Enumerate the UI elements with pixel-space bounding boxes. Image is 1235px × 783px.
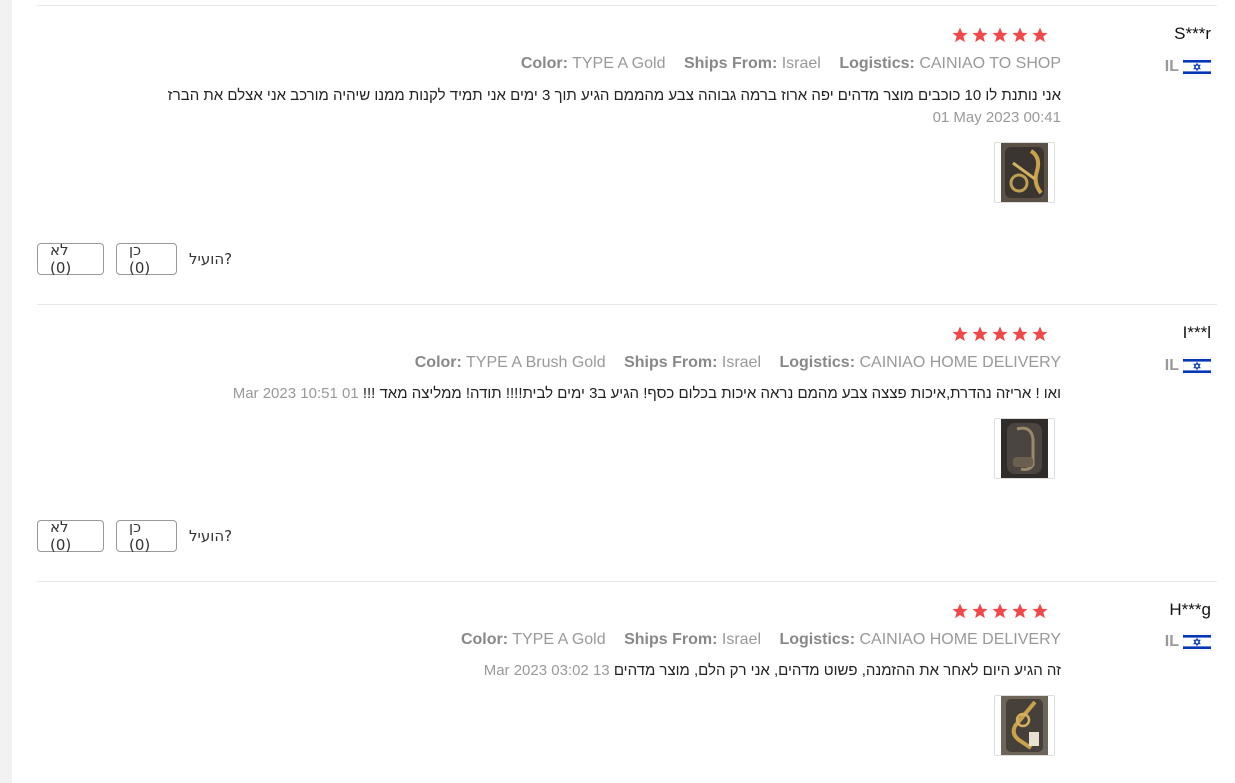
review-sku-info: Color: TYPE A Brush Gold Ships From: Isr… xyxy=(401,354,1061,372)
ships-from-value: Israel xyxy=(781,55,821,72)
review-photo[interactable] xyxy=(994,142,1055,203)
rating-stars xyxy=(951,602,1049,620)
review-photo[interactable] xyxy=(994,418,1055,479)
star-icon xyxy=(1032,603,1048,619)
helpful-no-button[interactable]: לא (0) xyxy=(37,518,104,554)
star-icon xyxy=(1012,27,1028,43)
helpful-vote: לא (0) כן (0) הועיל? xyxy=(37,241,233,277)
star-icon xyxy=(992,27,1008,43)
israel-flag-icon xyxy=(1183,633,1211,651)
star-icon xyxy=(952,603,968,619)
ships-from-value: Israel xyxy=(721,354,761,371)
review-photo-image xyxy=(1001,696,1048,755)
color-value: TYPE A Gold xyxy=(572,55,666,72)
review-sku-info: Color: TYPE A Gold Ships From: Israel Lo… xyxy=(447,631,1061,649)
ships-from-value: Israel xyxy=(721,631,761,648)
left-gutter xyxy=(0,0,12,783)
star-icon xyxy=(952,326,968,342)
review-photo-image xyxy=(1001,419,1048,478)
ships-from-label: Ships From: xyxy=(624,631,718,648)
review-divider xyxy=(37,5,1217,6)
review-text: ואו ! אריזה נהדרת,איכות פצצה צבע מהמם נר… xyxy=(233,385,1061,402)
review-sku-info: Color: TYPE A Gold Ships From: Israel Lo… xyxy=(507,55,1061,73)
helpful-yes-button[interactable]: כן (0) xyxy=(116,241,177,277)
star-icon xyxy=(1012,603,1028,619)
color-value: TYPE A Gold xyxy=(512,631,606,648)
reviewer-name: I***l xyxy=(1182,323,1211,342)
country-code: IL xyxy=(1164,357,1179,374)
review-date: 13 Mar 2023 03:02 xyxy=(483,662,610,679)
logistics-label: Logistics: xyxy=(779,354,856,371)
rating-stars xyxy=(951,26,1049,44)
color-label: Color: xyxy=(460,631,509,648)
star-icon xyxy=(992,603,1008,619)
logistics-value: CAINIAO TO SHOP xyxy=(919,55,1061,72)
reviewer-country: IL xyxy=(1165,58,1211,76)
star-icon xyxy=(1012,326,1028,342)
ships-from-label: Ships From: xyxy=(624,354,718,371)
reviewer-name: H***g xyxy=(1169,600,1211,619)
logistics-label: Logistics: xyxy=(839,55,915,72)
country-code: IL xyxy=(1164,58,1179,75)
color-label: Color: xyxy=(520,55,568,72)
ships-from-label: Ships From: xyxy=(683,55,778,72)
helpful-label: הועיל? xyxy=(189,250,233,268)
reviews-list: S***r IL Color: TYPE A Gold Ships From: … xyxy=(37,0,1217,783)
helpful-label: הועיל? xyxy=(189,527,233,545)
color-label: Color: xyxy=(414,354,462,371)
star-icon xyxy=(992,326,1008,342)
reviewer-name: S***r xyxy=(1174,24,1211,43)
review-text: אני נותנת לו 10 כוכבים מוצר מדהים יפה אר… xyxy=(167,87,1061,104)
helpful-vote: לא (0) כן (0) הועיל? xyxy=(37,518,233,554)
helpful-no-button[interactable]: לא (0) xyxy=(37,241,104,277)
country-code: IL xyxy=(1164,633,1179,650)
review-date: 01 May 2023 00:41 xyxy=(932,109,1061,126)
star-icon xyxy=(952,27,968,43)
review-photo-image xyxy=(1001,143,1048,202)
review-photo[interactable] xyxy=(994,695,1055,756)
israel-flag-icon xyxy=(1183,58,1211,76)
review-divider xyxy=(37,581,1217,582)
reviewer-country: IL xyxy=(1165,357,1211,375)
star-icon xyxy=(972,27,988,43)
star-icon xyxy=(1032,326,1048,342)
logistics-value: CAINIAO HOME DELIVERY xyxy=(859,631,1061,648)
review-text: זה הגיע היום לאחר את ההזמנה, פשוט מדהים,… xyxy=(484,662,1061,679)
logistics-label: Logistics: xyxy=(779,631,856,648)
review-text-body: ואו ! אריזה נהדרת,איכות פצצה צבע מהמם נר… xyxy=(362,385,1061,402)
review-date: 01 Mar 2023 10:51 xyxy=(232,385,359,402)
helpful-yes-button[interactable]: כן (0) xyxy=(116,518,177,554)
star-icon xyxy=(972,326,988,342)
color-value: TYPE A Brush Gold xyxy=(466,354,606,371)
review-divider xyxy=(37,304,1217,305)
israel-flag-icon xyxy=(1183,357,1211,375)
logistics-value: CAINIAO HOME DELIVERY xyxy=(859,354,1061,371)
rating-stars xyxy=(951,325,1049,343)
star-icon xyxy=(1032,27,1048,43)
star-icon xyxy=(972,603,988,619)
reviewer-country: IL xyxy=(1165,633,1211,651)
review-text-body: זה הגיע היום לאחר את ההזמנה, פשוט מדהים,… xyxy=(613,662,1061,679)
